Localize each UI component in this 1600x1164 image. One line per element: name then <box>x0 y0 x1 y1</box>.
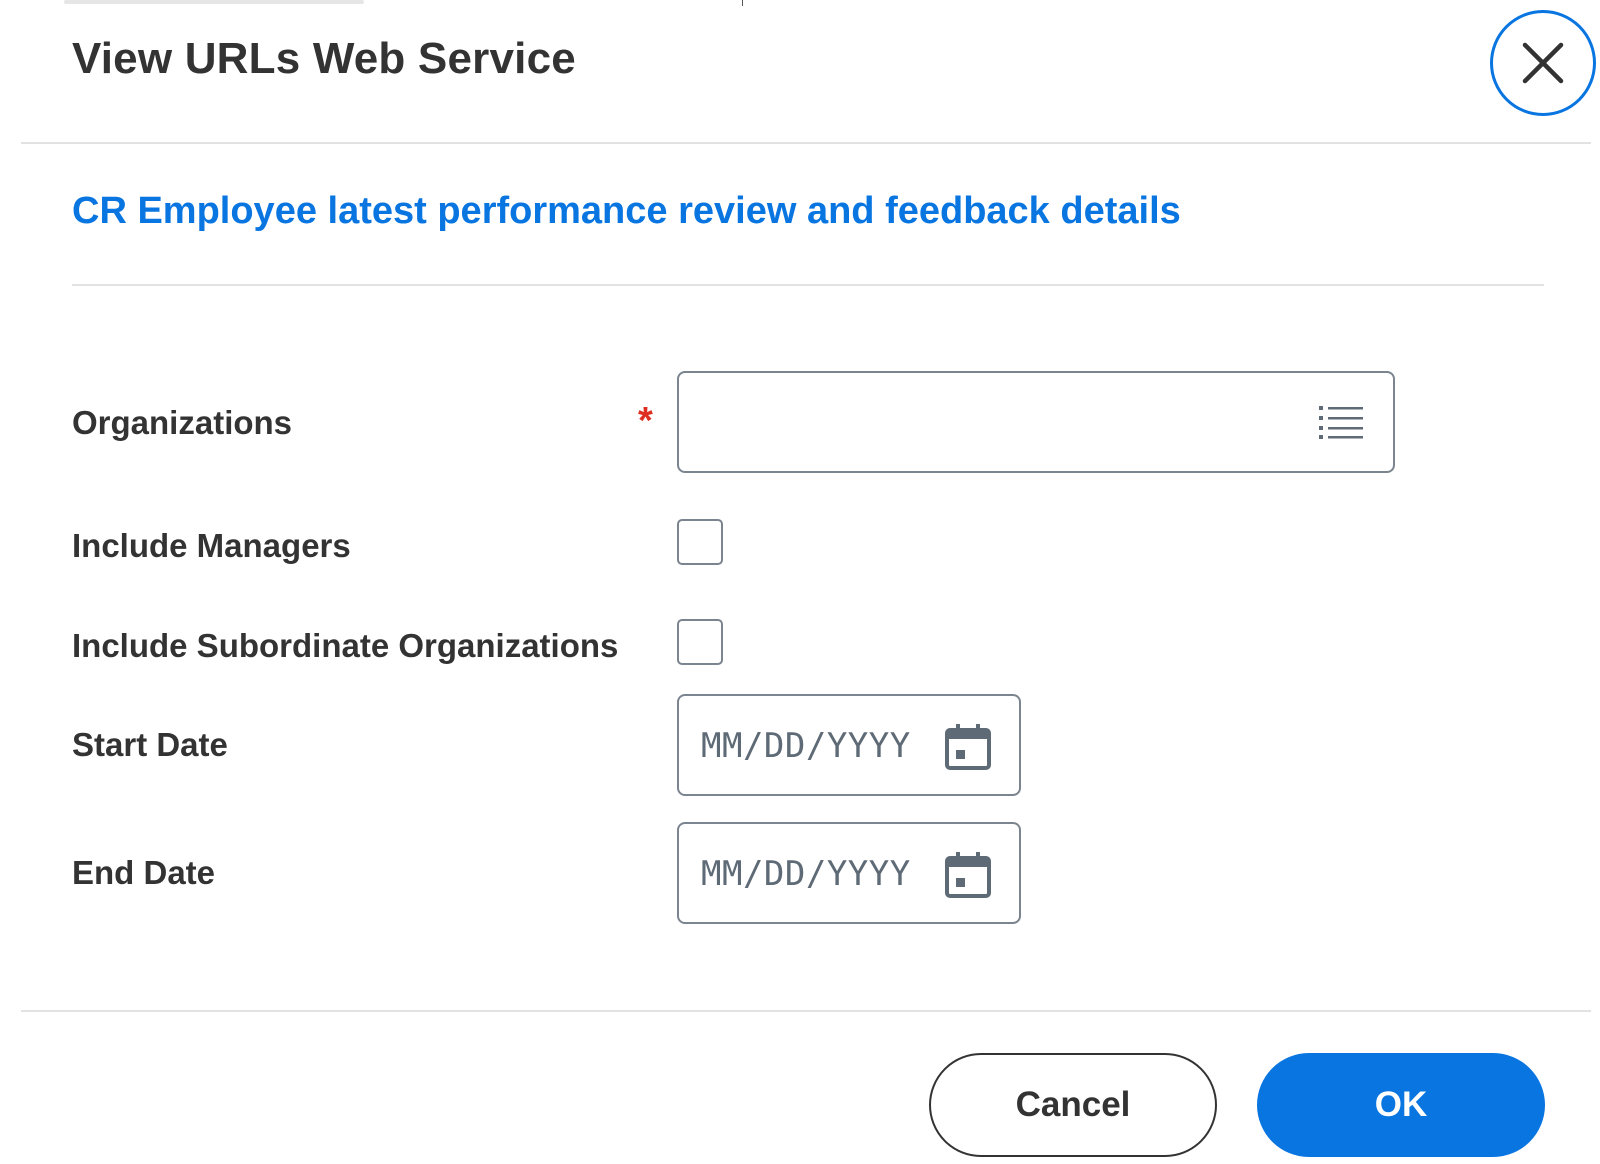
include-managers-label: Include Managers <box>72 527 351 564</box>
subtitle-divider <box>72 284 1544 286</box>
start-date-label: Start Date <box>72 726 228 763</box>
include-subordinate-organizations-label: Include Subordinate Organizations <box>72 627 619 664</box>
background-fragment <box>64 0 364 4</box>
start-date-input[interactable]: MM/DD/YYYY <box>677 694 1021 796</box>
end-date-placeholder: MM/DD/YYYY <box>701 854 911 894</box>
header-divider <box>21 142 1591 144</box>
footer-divider <box>21 1010 1591 1012</box>
required-indicator: * <box>638 400 653 442</box>
calendar-icon[interactable] <box>943 722 993 772</box>
list-icon[interactable] <box>1319 404 1363 440</box>
calendar-icon[interactable] <box>943 850 993 900</box>
close-button[interactable] <box>1490 10 1596 116</box>
include-subordinate-organizations-checkbox[interactable] <box>677 619 723 665</box>
cancel-button[interactable]: Cancel <box>929 1053 1217 1157</box>
background-tick <box>742 0 743 6</box>
view-urls-dialog: View URLs Web Service CR Employee latest… <box>0 0 1600 1164</box>
include-managers-checkbox[interactable] <box>677 519 723 565</box>
ok-button[interactable]: OK <box>1257 1053 1545 1157</box>
dialog-title: View URLs Web Service <box>72 34 576 83</box>
close-icon <box>1522 42 1564 84</box>
organizations-input[interactable] <box>677 371 1395 473</box>
organizations-label: Organizations <box>72 404 293 441</box>
report-link[interactable]: CR Employee latest performance review an… <box>72 190 1181 233</box>
top-edge-fragment <box>0 0 1600 6</box>
end-date-input[interactable]: MM/DD/YYYY <box>677 822 1021 924</box>
start-date-placeholder: MM/DD/YYYY <box>701 726 911 766</box>
end-date-label: End Date <box>72 854 216 891</box>
